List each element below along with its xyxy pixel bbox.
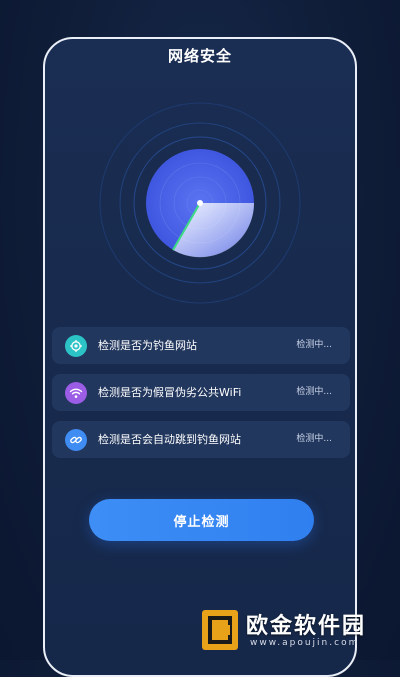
wifi-icon (65, 382, 87, 404)
link-icon (65, 429, 87, 451)
check-label: 检测是否为钓鱼网站 (98, 339, 197, 352)
radar-center-dot (197, 200, 203, 206)
check-status: 检测中... (296, 340, 332, 350)
page-title: 网络安全 (167, 47, 232, 65)
watermark-logo-icon (200, 608, 240, 652)
watermark-brand: 欧金软件园 (246, 614, 367, 639)
check-status: 检测中... (296, 434, 332, 444)
watermark-url: www.apoujin.com (250, 638, 360, 648)
check-label: 检测是否会自动跳到钓鱼网站 (98, 433, 241, 446)
site-watermark: 欧金软件园 www.apoujin.com (200, 604, 396, 660)
shield-icon (65, 335, 87, 357)
radar-graphic (99, 102, 301, 304)
check-item-phishing[interactable]: 检测是否为钓鱼网站 检测中... (52, 327, 350, 364)
check-item-fake-wifi[interactable]: 检测是否为假冒伪劣公共WiFi 检测中... (52, 374, 350, 411)
check-item-redirect[interactable]: 检测是否会自动跳到钓鱼网站 检测中... (52, 421, 350, 458)
stop-detection-button[interactable]: 停止检测 (89, 499, 314, 541)
phone-frame: 网络安全 检测是否为钓鱼网站 检测中... 检测是否为假冒伪劣公共WiFi 检测… (43, 37, 357, 677)
check-status: 检测中... (296, 387, 332, 397)
check-label: 检测是否为假冒伪劣公共WiFi (98, 386, 242, 399)
radar-scanner (95, 98, 305, 308)
